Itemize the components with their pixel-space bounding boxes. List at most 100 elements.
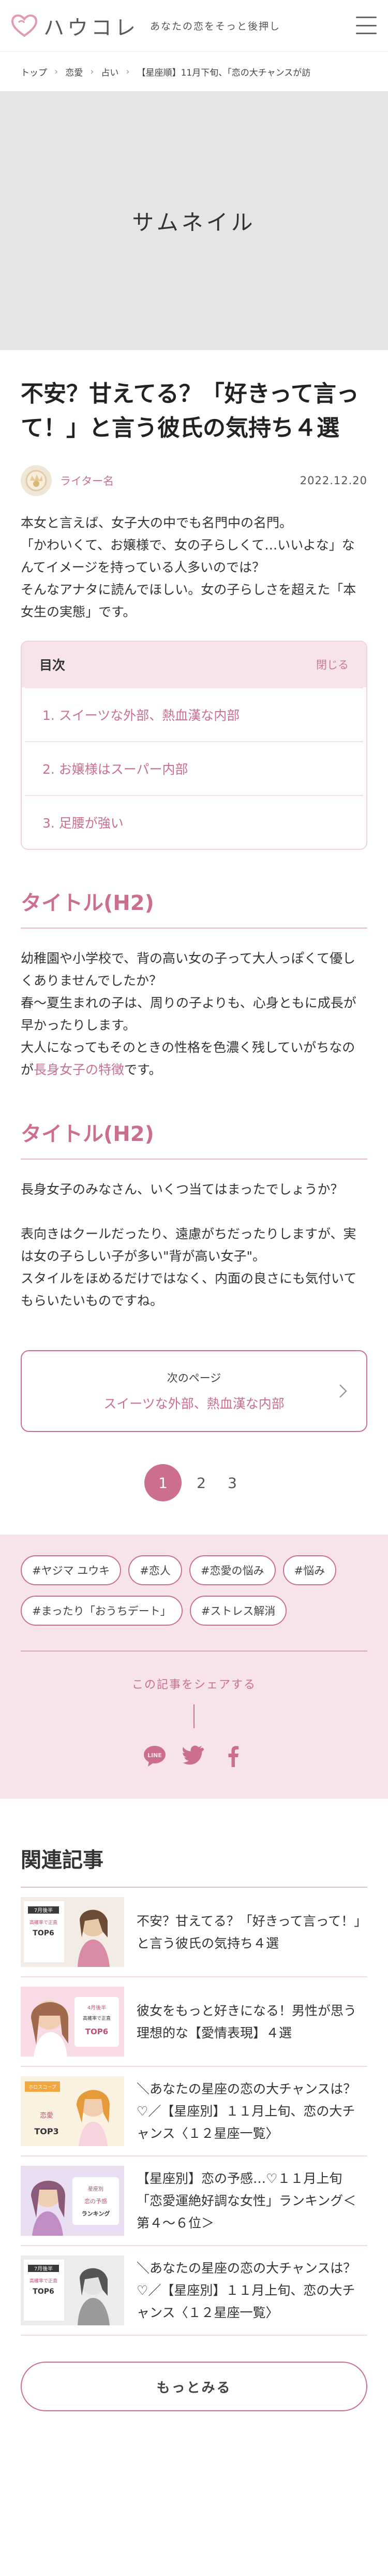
tag-chip[interactable]: #恋愛の悩み bbox=[189, 1555, 276, 1585]
toc-item[interactable]: 1. スイーツな外部、熱血漢な内部 bbox=[25, 687, 363, 741]
thumbnail-label: サムネイル bbox=[132, 209, 256, 235]
pagination: 1 2 3 bbox=[0, 1462, 388, 1503]
breadcrumb-item-current: 【星座順】11月下旬、「恋の大チャンスが訪 bbox=[137, 67, 311, 78]
load-more-button[interactable]: もっとみる bbox=[21, 2362, 367, 2411]
paragraph-text: 春〜夏生まれの子は、周りの子よりも、心身ともに成長が早かったりします。 bbox=[21, 995, 356, 1033]
inline-link[interactable]: 長身女子の特徴 bbox=[34, 1062, 124, 1077]
heart-logo-icon[interactable] bbox=[10, 14, 38, 38]
thumb-caption: ランキング bbox=[82, 2210, 110, 2217]
tag-chip[interactable]: #恋人 bbox=[128, 1555, 182, 1585]
lead-line: そんなアナタに読んでほしい。女の子らしさを超えた「本女生の実態」です。 bbox=[21, 582, 356, 619]
table-of-contents: 目次 閉じる 1. スイーツな外部、熱血漢な内部 2. お嬢様はスーパー内部 3… bbox=[21, 641, 367, 850]
section-body: 幼稚園や小学校で、背の高い女の子って大人っぽくて優しくありませんでしたか？ 春〜… bbox=[0, 929, 388, 1081]
article-lead: 本女と言えば、女子大の中でも名門中の名門。 「かわいくて、お嬢様で、女の子らしく… bbox=[0, 496, 388, 623]
author-name-link[interactable]: ライター名 bbox=[60, 473, 114, 488]
share-icons: LINE bbox=[21, 1744, 367, 1768]
tag-chip[interactable]: #ヤジマ ユウキ bbox=[21, 1555, 122, 1585]
paragraph-text: です。 bbox=[124, 1062, 162, 1077]
breadcrumb: トップ › 恋愛 › 占い › 【星座順】11月下旬、「恋の大チャンスが訪 bbox=[0, 52, 388, 91]
section-paragraph: 幼稚園や小学校で、背の高い女の子って大人っぽくて優しくありませんでしたか？ 春〜… bbox=[21, 947, 367, 1081]
section-heading: タイトル(H2) bbox=[21, 1117, 367, 1160]
paragraph-text: スタイルをほめるだけではなく、内面の良さにも気付いてもらいたいものですね。 bbox=[21, 1271, 357, 1308]
thumb-caption: 高確率で正直 bbox=[83, 2015, 111, 2021]
breadcrumb-separator-icon: › bbox=[126, 66, 130, 77]
divider bbox=[193, 1704, 195, 1728]
related-article-thumbnail: ホロスコープ 恋愛 TOP3 bbox=[21, 2076, 124, 2146]
thumb-caption: 7月後半 bbox=[34, 2265, 53, 2272]
line-icon-label: LINE bbox=[147, 1752, 162, 1759]
tag-chip[interactable]: #悩み bbox=[282, 1555, 337, 1585]
toc-header: 目次 閉じる bbox=[22, 642, 366, 687]
related-articles-heading: 関連記事 bbox=[21, 1843, 367, 1888]
line-icon[interactable]: LINE bbox=[143, 1744, 167, 1768]
paragraph-text: 表向きはクールだったり、遠慮がちだったりしますが、実は女の子らしい子が多い"背が… bbox=[21, 1226, 356, 1264]
related-article-item[interactable]: ホロスコープ 恋愛 TOP3 ＼あなたの星座の恋の大チャンスは？♡／【星座別】１… bbox=[21, 2067, 367, 2157]
related-article-title: 彼女をもっと好きになる！男性が思う理想的な【愛情表現】４選 bbox=[137, 2003, 357, 2040]
thumb-caption: TOP3 bbox=[34, 2126, 58, 2136]
thumb-caption: 高確率で正直 bbox=[29, 1919, 57, 1926]
related-article-item[interactable]: 7月後半 高確率で正直 TOP6 ＼あなたの星座の恋の大チャンスは？♡／【星座別… bbox=[21, 2246, 367, 2336]
thumb-caption: 7月後半 bbox=[34, 1907, 53, 1914]
related-article-title: ＼あなたの星座の恋の大チャンスは？♡／【星座別】１１月上旬、恋の大チャンス〈１２… bbox=[137, 2261, 356, 2320]
breadcrumb-item-love[interactable]: 恋愛 bbox=[65, 65, 83, 78]
breadcrumb-separator-icon: › bbox=[90, 66, 94, 77]
toc-item[interactable]: 2. お嬢様はスーパー内部 bbox=[25, 741, 363, 795]
section-body: 長身女子のみなさん、いくつ当てはまったでしょうか？ 表向きはクールだったり、遠慮… bbox=[0, 1160, 388, 1312]
chevron-right-icon bbox=[339, 1384, 347, 1398]
page-number[interactable]: 3 bbox=[212, 1462, 253, 1503]
next-page-label: 次のページ bbox=[167, 1372, 221, 1384]
related-article-item[interactable]: 星座別 恋の予感 ランキング 【星座別】恋の予感…♡１１月上旬「恋愛運絶好調な女… bbox=[21, 2157, 367, 2246]
article-header: 不安？甘えてる？「好きって言って！」と言う彼氏の気持ち４選 ライター名 2022… bbox=[0, 350, 388, 496]
toc-title: 目次 bbox=[39, 658, 66, 673]
thumb-caption: TOP6 bbox=[85, 2027, 108, 2036]
article-title: 不安？甘えてる？「好きって言って！」と言う彼氏の気持ち４選 bbox=[21, 381, 359, 441]
related-article-thumbnail: 星座別 恋の予感 ランキング bbox=[21, 2166, 124, 2236]
tags-and-share: #ヤジマ ユウキ #恋人 #恋愛の悩み #悩み #まったり「おうちデート」 #ス… bbox=[0, 1535, 388, 1799]
section-paragraph: 表向きはクールだったり、遠慮がちだったりしますが、実は女の子らしい子が多い"背が… bbox=[21, 1223, 367, 1312]
tag-chip[interactable]: #まったり「おうちデート」 bbox=[21, 1596, 183, 1626]
site-tagline: あなたの恋をそっと後押し bbox=[150, 21, 281, 32]
related-article-title: ＼あなたの星座の恋の大チャンスは？♡／【星座別】１１月上旬、恋の大チャンス〈１２… bbox=[137, 2081, 356, 2141]
paragraph-text: 幼稚園や小学校で、背の高い女の子って大人っぽくて優しくありませんでしたか？ bbox=[21, 951, 356, 988]
twitter-icon[interactable] bbox=[182, 1744, 206, 1768]
next-page-title: スイーツな外部、熱血漢な内部 bbox=[103, 1396, 285, 1411]
article-thumbnail: サムネイル bbox=[0, 91, 388, 350]
related-article-item[interactable]: 4月後半 高確率で正直 TOP6 彼女をもっと好きになる！男性が思う理想的な【愛… bbox=[21, 1977, 367, 2067]
tag-list: #ヤジマ ユウキ #恋人 #恋愛の悩み #悩み #まったり「おうちデート」 #ス… bbox=[21, 1555, 367, 1626]
tag-chip[interactable]: #ストレス解消 bbox=[189, 1596, 287, 1626]
author-avatar[interactable] bbox=[21, 465, 52, 496]
section-heading: タイトル(H2) bbox=[21, 886, 367, 929]
thumb-caption: 高確率で正直 bbox=[29, 2278, 57, 2284]
related-article-thumbnail: 7月後半 高確率で正直 TOP6 bbox=[21, 2255, 124, 2325]
lead-line: 「かわいくて、お嬢様で、女の子らしくて…いいよな」なんてイメージを持っている人多… bbox=[21, 538, 355, 575]
related-article-title: 不安？甘えてる？「好きって言って！」と言う彼氏の気持ち４選 bbox=[137, 1913, 367, 1951]
breadcrumb-item-top[interactable]: トップ bbox=[21, 65, 47, 78]
related-article-title: 【星座別】恋の予感…♡１１月上旬「恋愛運絶好調な女性」ランキング＜第４〜６位＞ bbox=[137, 2171, 356, 2231]
thumb-caption: 星座別 bbox=[88, 2186, 103, 2192]
section-paragraph: 長身女子のみなさん、いくつ当てはまったでしょうか？ bbox=[21, 1182, 344, 1197]
site-logo-text[interactable]: ハウコレ bbox=[43, 11, 139, 41]
thumb-caption: 恋の予感 bbox=[84, 2197, 107, 2205]
toc-close-button[interactable]: 閉じる bbox=[316, 657, 349, 672]
breadcrumb-item-fortune[interactable]: 占い bbox=[101, 65, 118, 78]
toc-item[interactable]: 3. 足腰が強い bbox=[25, 795, 363, 849]
post-date: 2022.12.20 bbox=[300, 474, 367, 487]
related-article-thumbnail: 4月後半 高確率で正直 TOP6 bbox=[21, 1987, 124, 2057]
thumb-caption: TOP6 bbox=[33, 2288, 54, 2296]
divider bbox=[21, 1651, 367, 1652]
related-articles-list: 7月後半 高確率で正直 TOP6 不安？甘えてる？「好きって言って！」と言う彼氏… bbox=[21, 1888, 367, 2336]
facebook-icon[interactable] bbox=[221, 1744, 245, 1768]
thumb-caption: TOP6 bbox=[33, 1929, 54, 1937]
thumb-caption: 4月後半 bbox=[87, 2004, 106, 2011]
thumb-caption: ホロスコープ bbox=[28, 2085, 56, 2090]
hamburger-menu-icon[interactable] bbox=[356, 17, 377, 34]
related-article-thumbnail: 7月後半 高確率で正直 TOP6 bbox=[21, 1897, 124, 1967]
related-article-item[interactable]: 7月後半 高確率で正直 TOP6 不安？甘えてる？「好きって言って！」と言う彼氏… bbox=[21, 1888, 367, 1977]
next-page-button[interactable]: 次のページ スイーツな外部、熱血漢な内部 bbox=[21, 1350, 367, 1432]
site-header: ハウコレ あなたの恋をそっと後押し bbox=[0, 0, 388, 52]
article-meta: ライター名 2022.12.20 bbox=[21, 465, 367, 496]
lead-line: 本女と言えば、女子大の中でも名門中の名門。 bbox=[21, 515, 293, 530]
thumb-caption: 恋愛 bbox=[40, 2111, 53, 2120]
share-title: この記事をシェアする bbox=[131, 1678, 256, 1691]
page-number-current[interactable]: 1 bbox=[144, 1464, 182, 1501]
